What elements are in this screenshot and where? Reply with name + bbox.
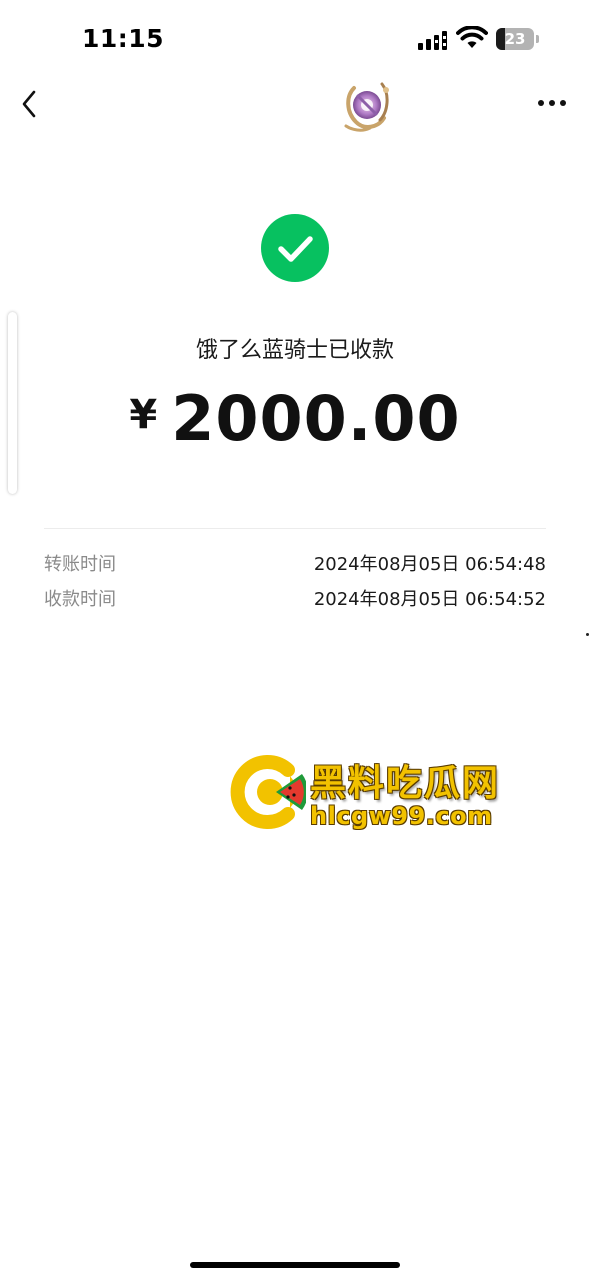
detail-row-transfer-time: 转账时间 2024年08月05日 06:54:48 <box>44 550 546 580</box>
transfer-receipt-screen: 11:15 23 饿了么蓝骑士已收款 ¥ 2000.00 转账时间 2024年0… <box>0 0 590 1280</box>
battery-icon: 23 <box>496 28 540 50</box>
cellular-signal-icon <box>418 31 447 50</box>
receive-time-value: 2024年08月05日 06:54:52 <box>313 589 546 610</box>
home-indicator[interactable] <box>190 1262 400 1268</box>
transfer-time-value: 2024年08月05日 06:54:48 <box>313 554 546 575</box>
status-time: 11:15 <box>82 24 165 53</box>
wifi-icon <box>456 26 488 48</box>
watermelon-logo-icon <box>230 755 306 829</box>
receive-time-label: 收款时间 <box>44 589 116 610</box>
watermark: 黑料吃瓜网 hlcgw99.com <box>230 750 520 840</box>
avatar[interactable] <box>336 78 398 138</box>
currency-symbol: ¥ <box>129 392 158 438</box>
amount-value: 2000.00 <box>171 382 461 455</box>
watermark-title: 黑料吃瓜网 <box>310 763 501 804</box>
receipt-status-title: 饿了么蓝骑士已收款 <box>195 338 394 363</box>
transfer-time-label: 转账时间 <box>44 554 116 575</box>
back-chevron-icon[interactable] <box>12 84 52 124</box>
amount-display: ¥2000.00 <box>0 382 590 462</box>
battery-level: 23 <box>504 30 526 48</box>
status-bar: 11:15 23 <box>0 0 590 80</box>
check-circle-icon <box>261 214 329 282</box>
watermark-url: hlcgw99.com <box>310 802 493 830</box>
divider <box>44 528 546 529</box>
detail-row-receive-time: 收款时间 2024年08月05日 06:54:52 <box>44 585 546 615</box>
more-options-icon[interactable] <box>532 88 572 118</box>
stray-dot <box>586 633 589 636</box>
